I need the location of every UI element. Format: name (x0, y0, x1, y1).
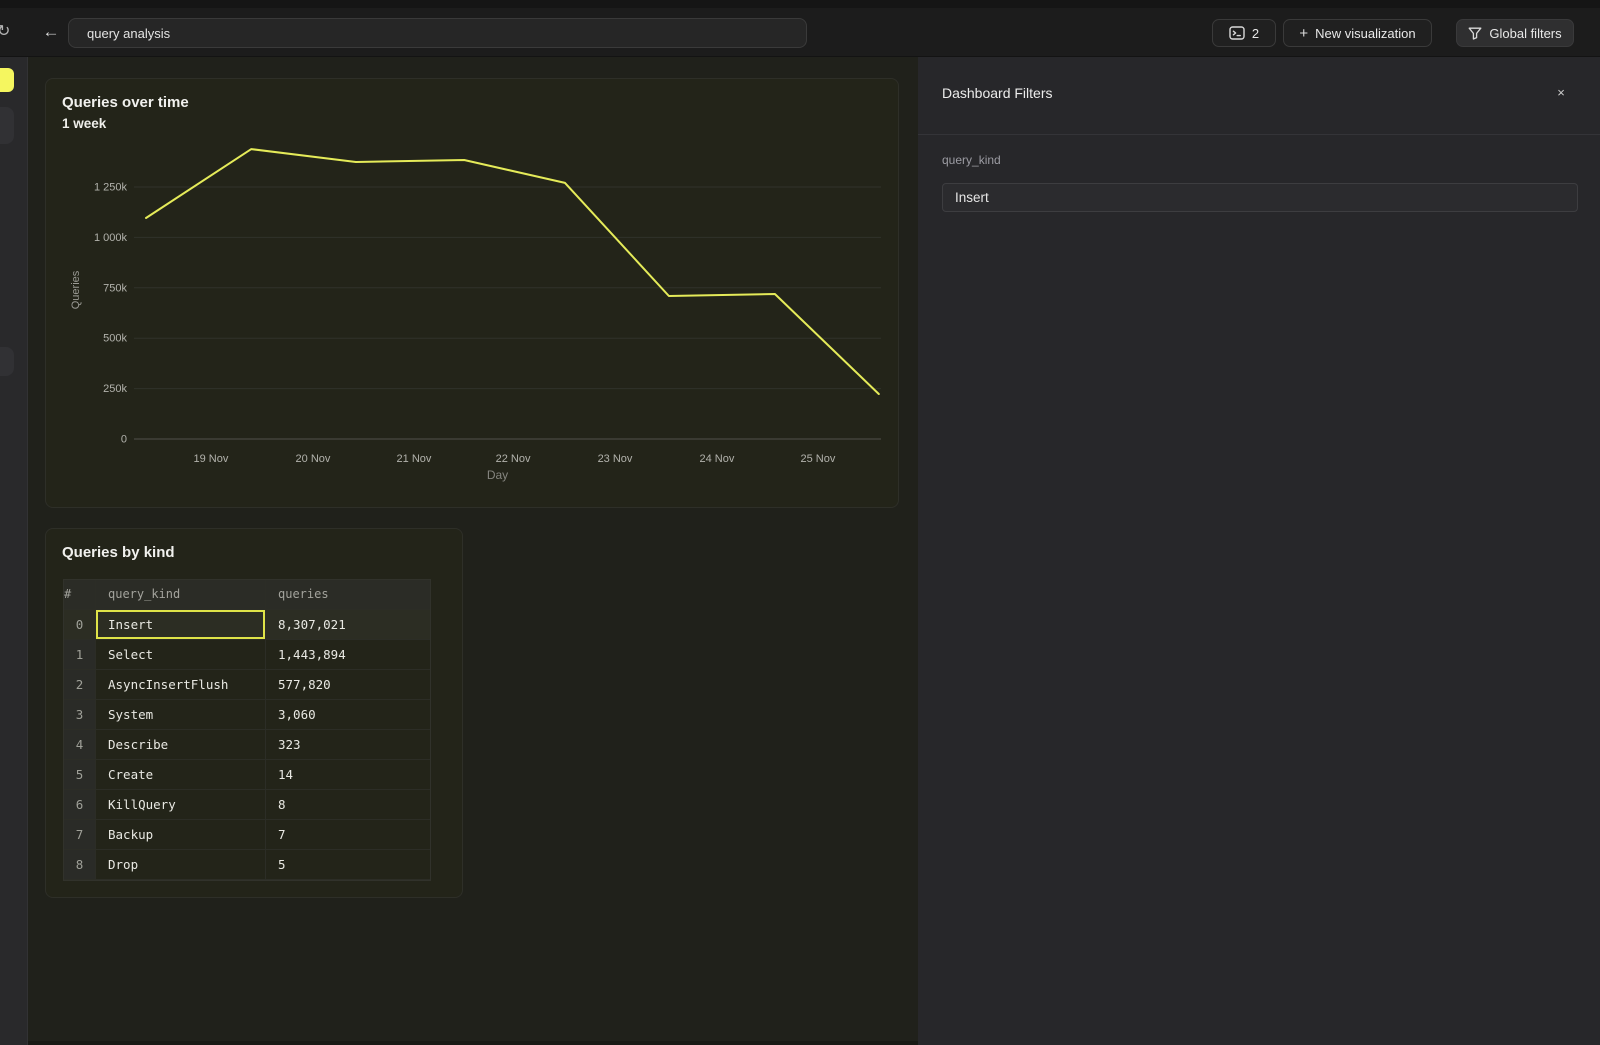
table-cell-queries[interactable]: 8,307,021 (266, 610, 430, 640)
filter-field-label: query_kind (942, 153, 1001, 167)
new-visualization-button[interactable]: + New visualization (1283, 19, 1432, 47)
table-cell-queries[interactable]: 1,443,894 (266, 640, 430, 670)
toolbar: ↻ ← 2 + New visualization Global f (0, 8, 1600, 57)
line-chart: 0 250k 500k 750k 1 000k 1 250k 19 Nov 20 Nov 21 … (46, 79, 898, 507)
table-row-index: 1 (64, 640, 96, 670)
y-axis-label: Queries (70, 270, 82, 309)
table-row-index: 7 (64, 820, 96, 850)
x-tick-label: 23 Nov (598, 453, 633, 465)
table-cell-query-kind[interactable]: System (96, 700, 266, 730)
table-title: Queries by kind (62, 544, 175, 561)
plus-icon: + (1299, 26, 1308, 41)
table-cell-queries[interactable]: 5 (266, 850, 430, 880)
back-button[interactable]: ← (38, 18, 64, 46)
window-top-strip (0, 0, 1600, 8)
queries-line-series (146, 149, 879, 394)
table-cell-queries[interactable]: 7 (266, 820, 430, 850)
table-header-query-kind: query_kind (96, 580, 266, 610)
open-tabs-button[interactable]: 2 (1212, 19, 1276, 47)
x-tick-label: 21 Nov (397, 453, 432, 465)
table-cell-queries[interactable]: 14 (266, 760, 430, 790)
x-axis-label: Day (487, 468, 508, 482)
dashboard-filters-panel: Dashboard Filters × query_kind (918, 57, 1600, 1045)
chart-card-queries-over-time: Queries over time 1 week 0250k500k750k1 … (45, 78, 899, 508)
x-tick-label: 25 Nov (801, 453, 836, 465)
y-tick-label: 1 250k (94, 181, 128, 193)
table-cell-query-kind[interactable]: Describe (96, 730, 266, 760)
app-window: ↻ ← 2 + New visualization Global f (0, 0, 1600, 1045)
dashboard-canvas: Queries over time 1 week 0250k500k750k1 … (28, 57, 918, 1045)
table-cell-query-kind[interactable]: Select (96, 640, 266, 670)
y-tick-label: 0 (121, 434, 127, 446)
y-tick-label: 250k (103, 383, 127, 395)
table-cell-queries[interactable]: 323 (266, 730, 430, 760)
global-filters-label: Global filters (1489, 26, 1561, 41)
table-cell-query-kind[interactable]: KillQuery (96, 790, 266, 820)
console-window-icon (1229, 26, 1245, 40)
table-cell-query-kind[interactable]: AsyncInsertFlush (96, 670, 266, 700)
history-icon[interactable]: ↻ (0, 21, 10, 41)
canvas-bottom-edge (28, 1041, 918, 1045)
sidebar-item-button[interactable] (0, 347, 14, 376)
table-cell-query-kind[interactable]: Insert (96, 610, 266, 640)
close-icon[interactable]: × (1552, 83, 1570, 101)
table-cell-query-kind[interactable]: Backup (96, 820, 266, 850)
table-header-index: # (64, 580, 96, 610)
y-tick-label: 750k (103, 282, 127, 294)
divider (918, 134, 1600, 135)
dashboard-title-input[interactable] (68, 18, 807, 48)
sidebar-item-button[interactable] (0, 107, 14, 144)
x-tick-label: 20 Nov (296, 453, 331, 465)
x-tick-label: 22 Nov (496, 453, 531, 465)
new-visualization-label: New visualization (1315, 26, 1415, 41)
x-tick-label: 19 Nov (194, 453, 229, 465)
sidebar-active-item-button[interactable] (0, 68, 14, 92)
queries-by-kind-table: #query_kindqueries 0Insert8,307,021 1Selec… (63, 579, 431, 881)
funnel-icon (1468, 27, 1482, 40)
table-cell-query-kind[interactable]: Drop (96, 850, 266, 880)
table-cell-queries[interactable]: 577,820 (266, 670, 430, 700)
y-tick-label: 1 000k (94, 232, 128, 244)
table-cell-queries[interactable]: 3,060 (266, 700, 430, 730)
open-tabs-count: 2 (1252, 26, 1259, 41)
table-cell-query-kind[interactable]: Create (96, 760, 266, 790)
table-header-queries: queries (266, 580, 430, 610)
y-tick-label: 500k (103, 333, 127, 345)
table-row-index: 2 (64, 670, 96, 700)
x-tick-label: 24 Nov (700, 453, 735, 465)
query-kind-filter-input[interactable] (942, 183, 1578, 212)
table-row-index: 8 (64, 850, 96, 880)
left-sidebar (0, 57, 28, 1045)
table-card-queries-by-kind: Queries by kind #query_kindqueries 0Inser… (45, 528, 463, 898)
global-filters-button[interactable]: Global filters (1456, 19, 1574, 47)
table-cell-queries[interactable]: 8 (266, 790, 430, 820)
filters-panel-title: Dashboard Filters (942, 85, 1053, 101)
table-row-index: 6 (64, 790, 96, 820)
table-row-index: 0 (64, 610, 96, 640)
table-row-index: 3 (64, 700, 96, 730)
table-row-index: 4 (64, 730, 96, 760)
table-row-index: 5 (64, 760, 96, 790)
